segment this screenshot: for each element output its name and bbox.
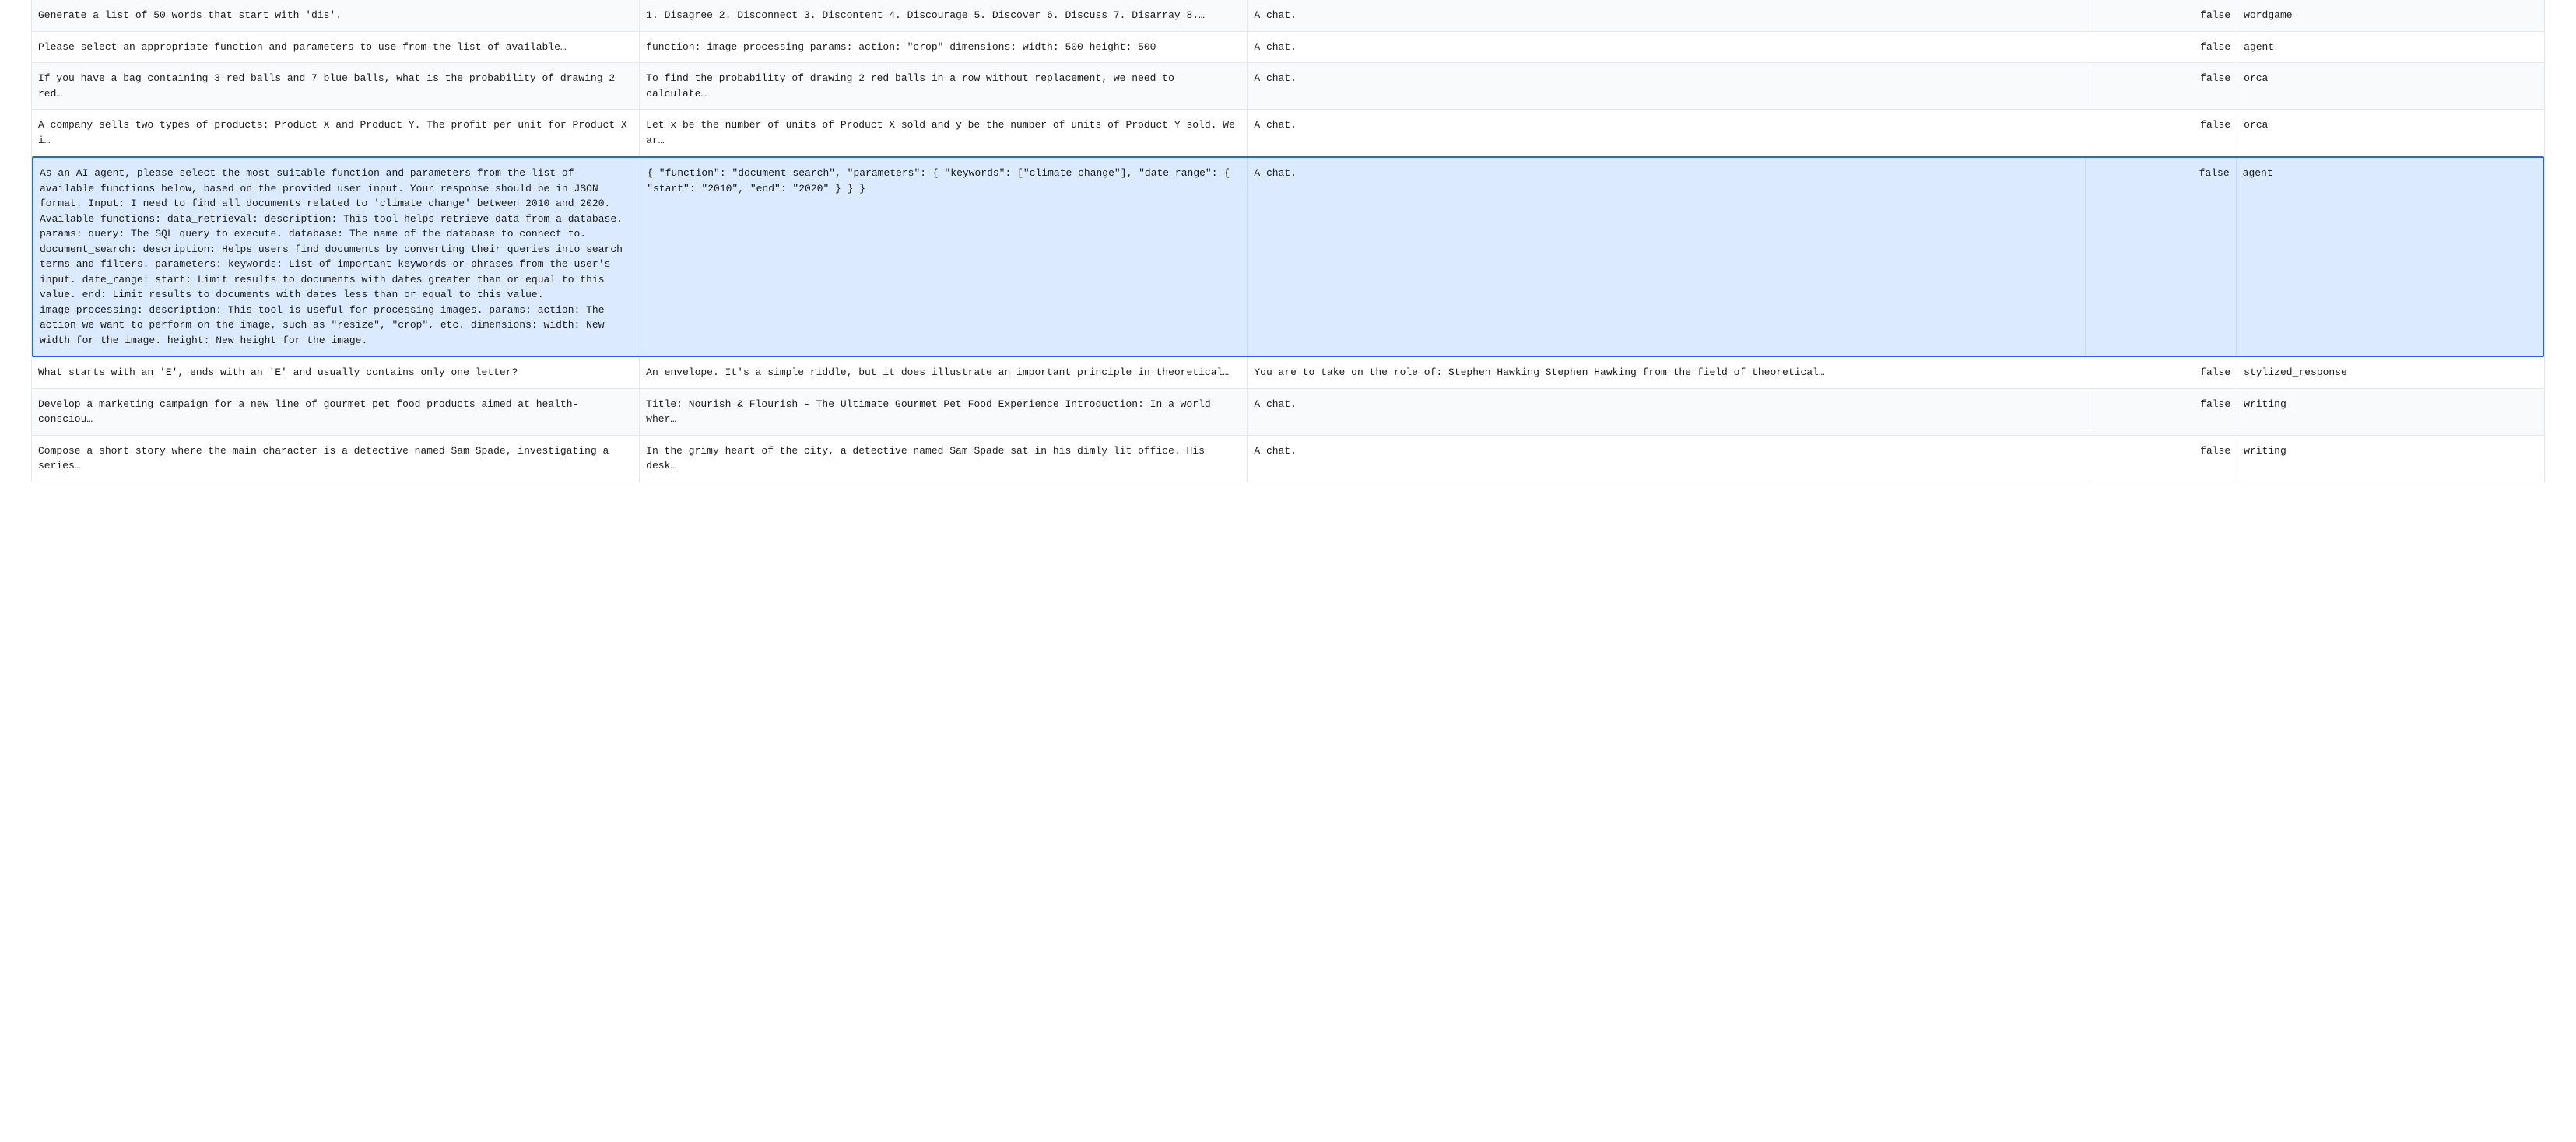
cell-system[interactable]: A chat. <box>1248 436 2086 482</box>
cell-instruction[interactable]: A company sells two types of products: P… <box>32 110 640 156</box>
cell-system[interactable]: A chat. <box>1248 158 2086 356</box>
cell-instruction[interactable]: Please select an appropriate function an… <box>32 32 640 63</box>
cell-instruction[interactable]: Generate a list of 50 words that start w… <box>32 0 640 31</box>
table-row[interactable]: As an AI agent, please select the most s… <box>32 156 2544 357</box>
table-row[interactable]: Please select an appropriate function an… <box>32 32 2544 64</box>
cell-response[interactable]: An envelope. It's a simple riddle, but i… <box>640 357 1248 388</box>
cell-response[interactable]: In the grimy heart of the city, a detect… <box>640 436 1248 482</box>
cell-skip[interactable]: false <box>2086 110 2237 156</box>
cell-instruction[interactable]: Compose a short story where the main cha… <box>32 436 640 482</box>
cell-skip[interactable]: false <box>2086 436 2237 482</box>
cell-response[interactable]: Title: Nourish & Flourish - The Ultimate… <box>640 389 1248 435</box>
table-row[interactable]: A company sells two types of products: P… <box>32 110 2544 156</box>
cell-instruction[interactable]: If you have a bag containing 3 red balls… <box>32 63 640 109</box>
cell-skip[interactable]: false <box>2086 158 2236 356</box>
cell-skip[interactable]: false <box>2086 357 2237 388</box>
cell-system[interactable]: A chat. <box>1248 389 2086 435</box>
cell-response[interactable]: To find the probability of drawing 2 red… <box>640 63 1248 109</box>
cell-skip[interactable]: false <box>2086 389 2237 435</box>
cell-response[interactable]: { "function": "document_search", "parame… <box>640 158 1248 356</box>
data-table: Generate a list of 50 words that start w… <box>31 0 2545 482</box>
cell-skip[interactable]: false <box>2086 32 2237 63</box>
cell-system[interactable]: A chat. <box>1248 110 2086 156</box>
cell-response[interactable]: 1. Disagree 2. Disconnect 3. Discontent … <box>640 0 1248 31</box>
table-row[interactable]: If you have a bag containing 3 red balls… <box>32 63 2544 110</box>
cell-category[interactable]: stylized_response <box>2237 357 2544 388</box>
cell-category[interactable]: writing <box>2237 436 2544 482</box>
table-row[interactable]: Compose a short story where the main cha… <box>32 436 2544 482</box>
cell-category[interactable]: agent <box>2237 158 2543 356</box>
cell-instruction[interactable]: Develop a marketing campaign for a new l… <box>32 389 640 435</box>
cell-system[interactable]: A chat. <box>1248 63 2086 109</box>
cell-category[interactable]: writing <box>2237 389 2544 435</box>
cell-category[interactable]: wordgame <box>2237 0 2544 31</box>
table-row[interactable]: Generate a list of 50 words that start w… <box>32 0 2544 32</box>
table-row[interactable]: What starts with an 'E', ends with an 'E… <box>32 357 2544 389</box>
cell-system[interactable]: A chat. <box>1248 32 2086 63</box>
cell-category[interactable]: orca <box>2237 63 2544 109</box>
cell-category[interactable]: agent <box>2237 32 2544 63</box>
cell-system[interactable]: You are to take on the role of: Stephen … <box>1248 357 2086 388</box>
cell-category[interactable]: orca <box>2237 110 2544 156</box>
cell-skip[interactable]: false <box>2086 0 2237 31</box>
cell-skip[interactable]: false <box>2086 63 2237 109</box>
cell-instruction[interactable]: What starts with an 'E', ends with an 'E… <box>32 357 640 388</box>
cell-system[interactable]: A chat. <box>1248 0 2086 31</box>
cell-instruction[interactable]: As an AI agent, please select the most s… <box>33 158 640 356</box>
cell-response[interactable]: Let x be the number of units of Product … <box>640 110 1248 156</box>
cell-response[interactable]: function: image_processing params: actio… <box>640 32 1248 63</box>
table-row[interactable]: Develop a marketing campaign for a new l… <box>32 389 2544 436</box>
